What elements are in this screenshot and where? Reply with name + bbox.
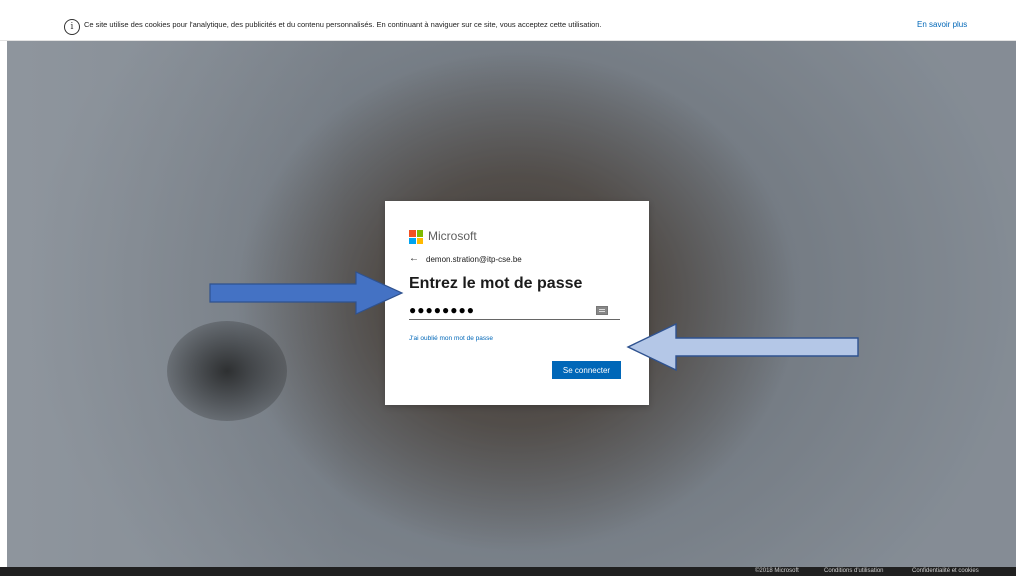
cookie-banner: i Ce site utilise des cookies pour l'ana… xyxy=(0,0,1016,41)
microsoft-logo-icon xyxy=(409,230,423,244)
info-icon: i xyxy=(64,19,80,35)
footer-copyright: ©2018 Microsoft xyxy=(755,568,799,574)
footer-terms-link[interactable]: Conditions d'utilisation xyxy=(824,567,884,576)
footer: ©2018 Microsoft Conditions d'utilisation… xyxy=(0,567,1016,576)
cookie-text: Ce site utilise des cookies pour l'analy… xyxy=(84,20,602,29)
keyboard-icon[interactable] xyxy=(596,306,608,315)
brand-name: Microsoft xyxy=(428,229,477,243)
footer-privacy-link[interactable]: Confidentialité et cookies xyxy=(912,567,979,576)
forgot-password-link[interactable]: J'ai oublié mon mot de passe xyxy=(409,335,493,342)
signin-button[interactable]: Se connecter xyxy=(552,361,621,379)
arrow-left-annotation xyxy=(626,322,859,372)
password-input[interactable] xyxy=(409,301,620,320)
back-arrow-icon[interactable]: ← xyxy=(409,253,419,264)
page-title: Entrez le mot de passe xyxy=(409,275,583,292)
learn-more-link[interactable]: En savoir plus xyxy=(917,20,967,29)
identity-email: demon.stration@itp-cse.be xyxy=(426,255,522,264)
arrow-right-annotation xyxy=(209,271,404,315)
